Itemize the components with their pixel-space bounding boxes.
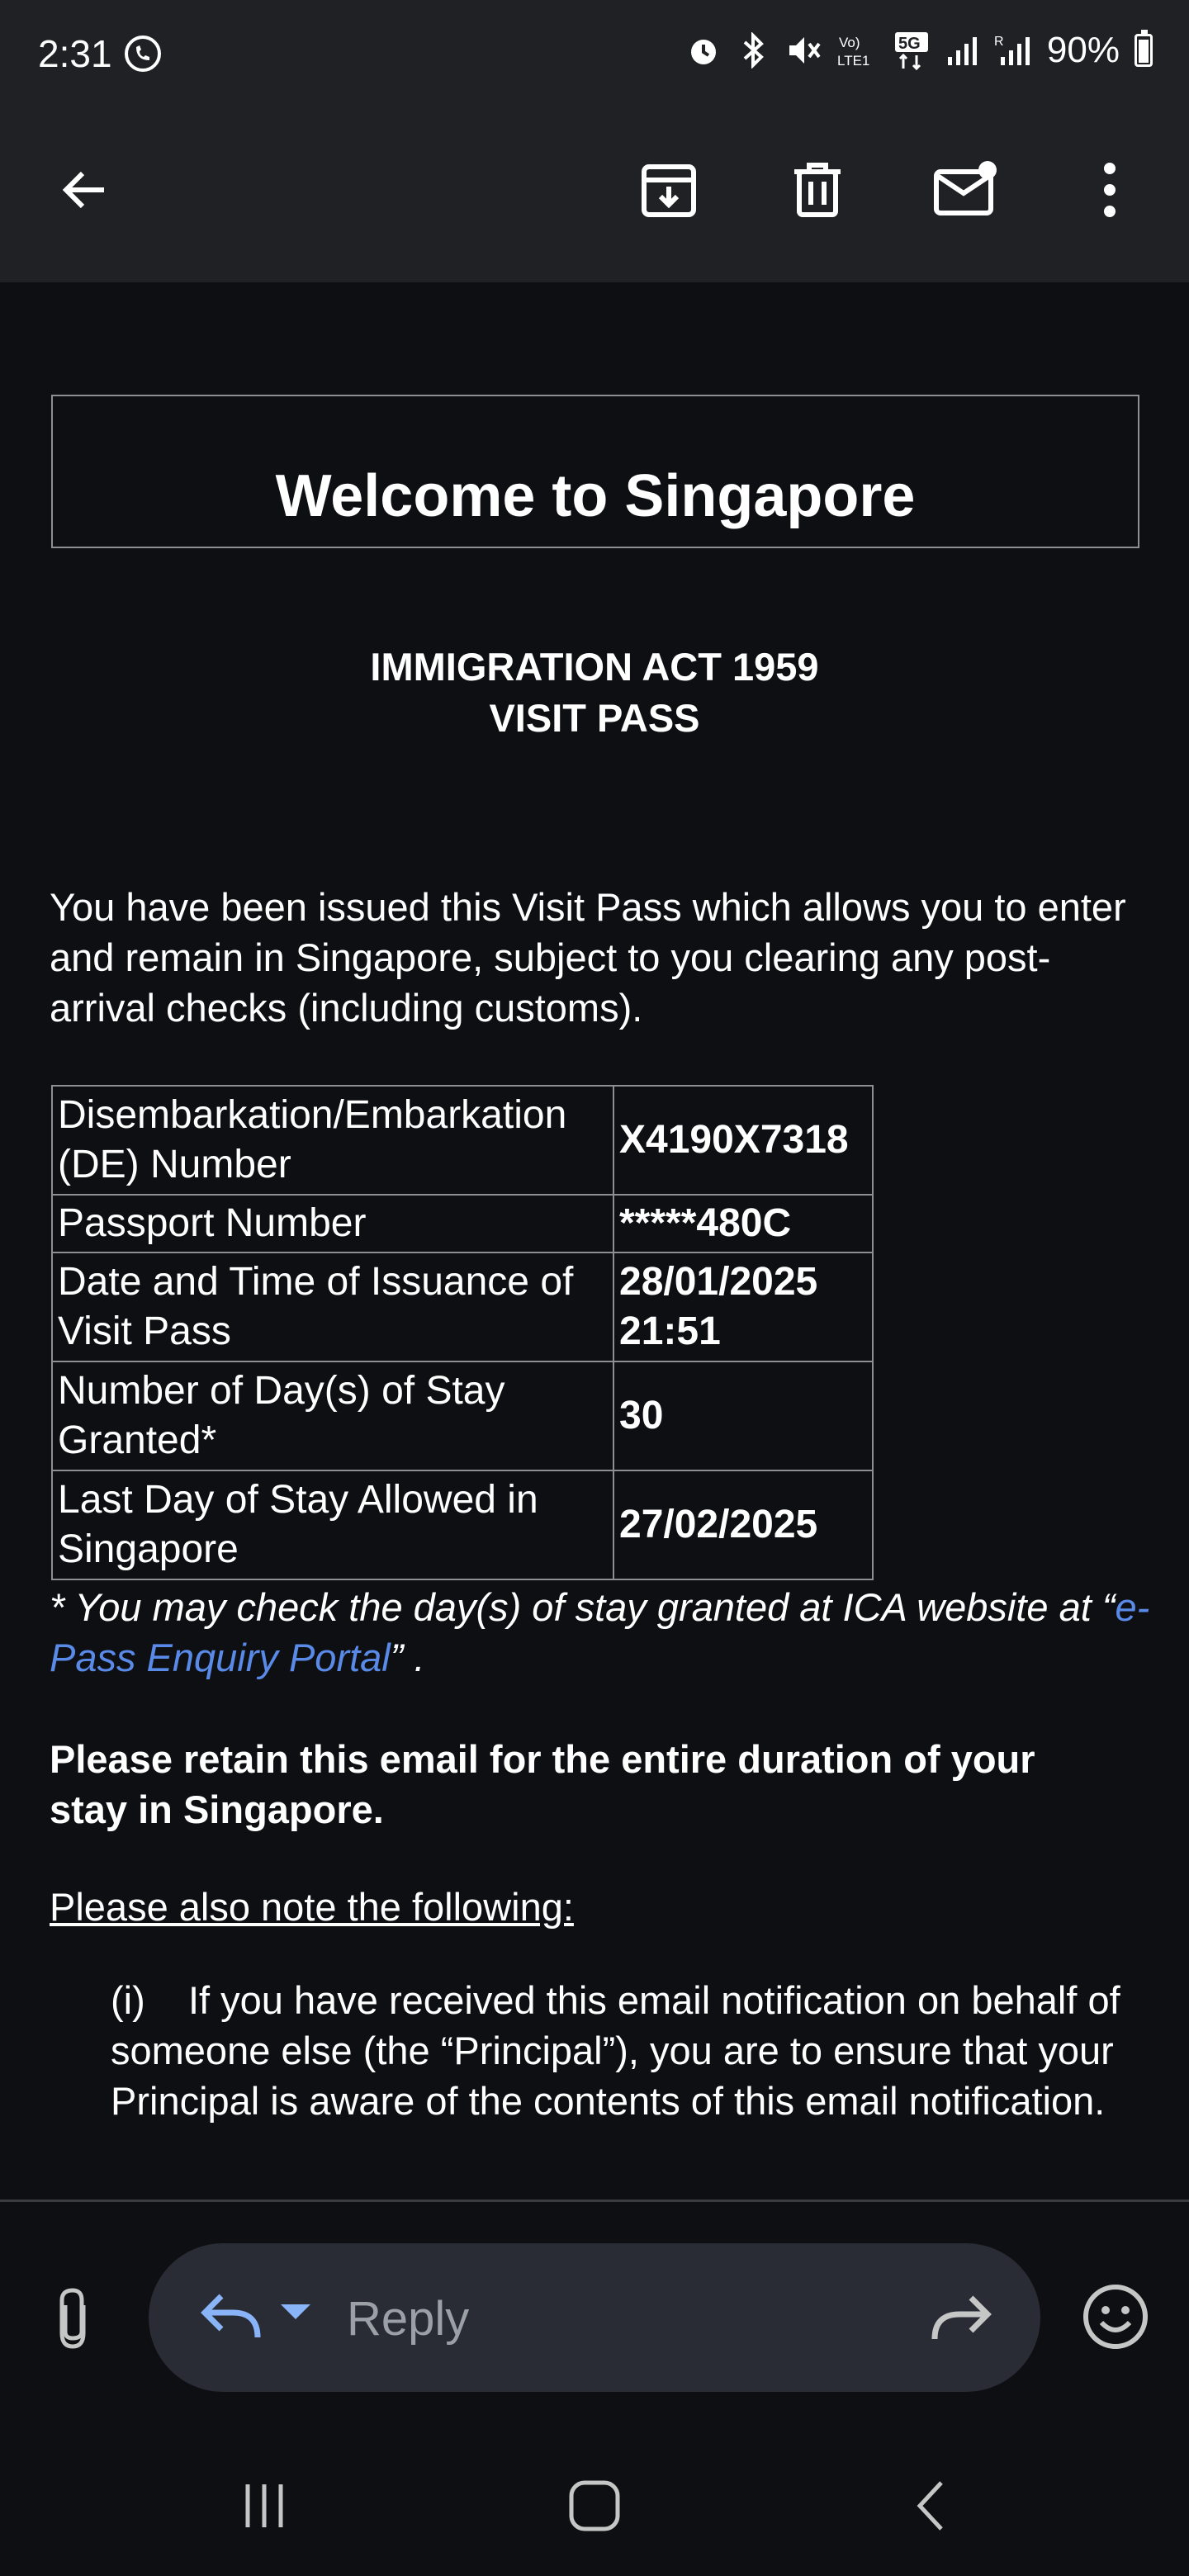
archive-icon[interactable]: [628, 149, 710, 231]
svg-text:5G: 5G: [898, 35, 921, 53]
table-row: Passport Number *****480C: [51, 1194, 874, 1253]
row-value: X4190X7318: [613, 1085, 874, 1196]
act-heading: IMMIGRATION ACT 1959 VISIT PASS: [0, 642, 1189, 744]
svg-text:Vo): Vo): [839, 35, 860, 50]
emoji-reaction-icon[interactable]: [1078, 2280, 1153, 2354]
row-value: 30: [613, 1361, 874, 1471]
row-value: 27/02/2025: [613, 1470, 874, 1580]
retain-notice: Please retain this email for the entire …: [50, 1737, 1035, 1831]
visit-pass-table: Disembarkation/Embarkation (DE) Number X…: [51, 1085, 874, 1580]
alarm-icon: [690, 40, 716, 64]
nav-back-icon[interactable]: [897, 2473, 963, 2539]
reply-field[interactable]: Reply: [149, 2243, 1040, 2392]
svg-text:R: R: [994, 35, 1004, 49]
5g-icon: 5G: [894, 32, 928, 70]
welcome-banner: Welcome to Singapore: [51, 395, 1139, 548]
clock-text: 2:31: [38, 32, 112, 75]
status-bar: 2:31 Vo) LTE1 5G R 90%: [0, 0, 1189, 116]
system-nav-bar: [0, 2432, 1189, 2576]
note-suffix: ” .: [390, 1636, 425, 1679]
row-label: Passport Number: [51, 1194, 614, 1253]
recent-apps-icon[interactable]: [231, 2473, 297, 2539]
item-text: If you have received this email notifica…: [111, 1978, 1120, 2123]
svg-text:LTE1: LTE1: [837, 53, 869, 69]
table-row: Number of Day(s) of Stay Granted* 30: [51, 1361, 874, 1471]
volte-icon: Vo) LTE1: [837, 35, 869, 69]
reply-bar: Reply: [0, 2202, 1189, 2432]
back-arrow-icon[interactable]: [43, 149, 126, 231]
mark-unread-icon[interactable]: [925, 149, 1007, 231]
act-line-2: VISIT PASS: [489, 696, 700, 740]
home-icon[interactable]: [561, 2473, 628, 2539]
email-body: Welcome to Singapore IMMIGRATION ACT 195…: [0, 282, 1189, 2201]
table-row: Last Day of Stay Allowed in Singapore 27…: [51, 1470, 874, 1580]
reply-options-chevron-down-icon[interactable]: [281, 2304, 310, 2319]
signal-icon: [947, 37, 977, 65]
delete-icon[interactable]: [776, 149, 859, 231]
reply-icon[interactable]: [192, 2280, 266, 2354]
battery-percent: 90%: [1046, 30, 1120, 70]
roaming-signal-icon: R: [994, 35, 1030, 65]
item-marker: (i): [111, 1978, 145, 2022]
bluetooth-icon: [743, 32, 764, 69]
attachment-icon[interactable]: [40, 2281, 106, 2356]
row-value: *****480C: [613, 1194, 874, 1253]
status-time: 2:31: [38, 31, 163, 76]
viber-icon: [124, 36, 161, 72]
forward-icon[interactable]: [926, 2281, 1001, 2356]
note-prefix: * You may check the day(s) of stay grant…: [50, 1585, 1116, 1629]
row-label: Date and Time of Issuance of Visit Pass: [51, 1252, 614, 1362]
more-options-icon[interactable]: [1068, 149, 1151, 231]
act-line-1: IMMIGRATION ACT 1959: [370, 645, 819, 689]
intro-paragraph: You have been issued this Visit Pass whi…: [50, 885, 1126, 1030]
note-item-i: (i) If you have received this email noti…: [111, 1975, 1126, 2126]
table-row: Disembarkation/Embarkation (DE) Number X…: [51, 1085, 874, 1196]
welcome-title: Welcome to Singapore: [275, 463, 916, 529]
note-following-heading: Please also note the following:: [50, 1885, 574, 1929]
battery-icon: [1135, 30, 1153, 67]
email-toolbar: [0, 116, 1189, 282]
row-value: 28/01/2025 21:51: [613, 1252, 874, 1362]
status-icons: Vo) LTE1 5G R 90%: [685, 30, 1153, 71]
row-label: Disembarkation/Embarkation (DE) Number: [51, 1085, 614, 1196]
table-row: Date and Time of Issuance of Visit Pass …: [51, 1252, 874, 1362]
row-label: Last Day of Stay Allowed in Singapore: [51, 1470, 614, 1580]
reply-label: Reply: [347, 2292, 470, 2346]
mute-icon: [789, 37, 821, 64]
stay-check-note: * You may check the day(s) of stay grant…: [50, 1582, 1156, 1683]
row-label: Number of Day(s) of Stay Granted*: [51, 1361, 614, 1471]
